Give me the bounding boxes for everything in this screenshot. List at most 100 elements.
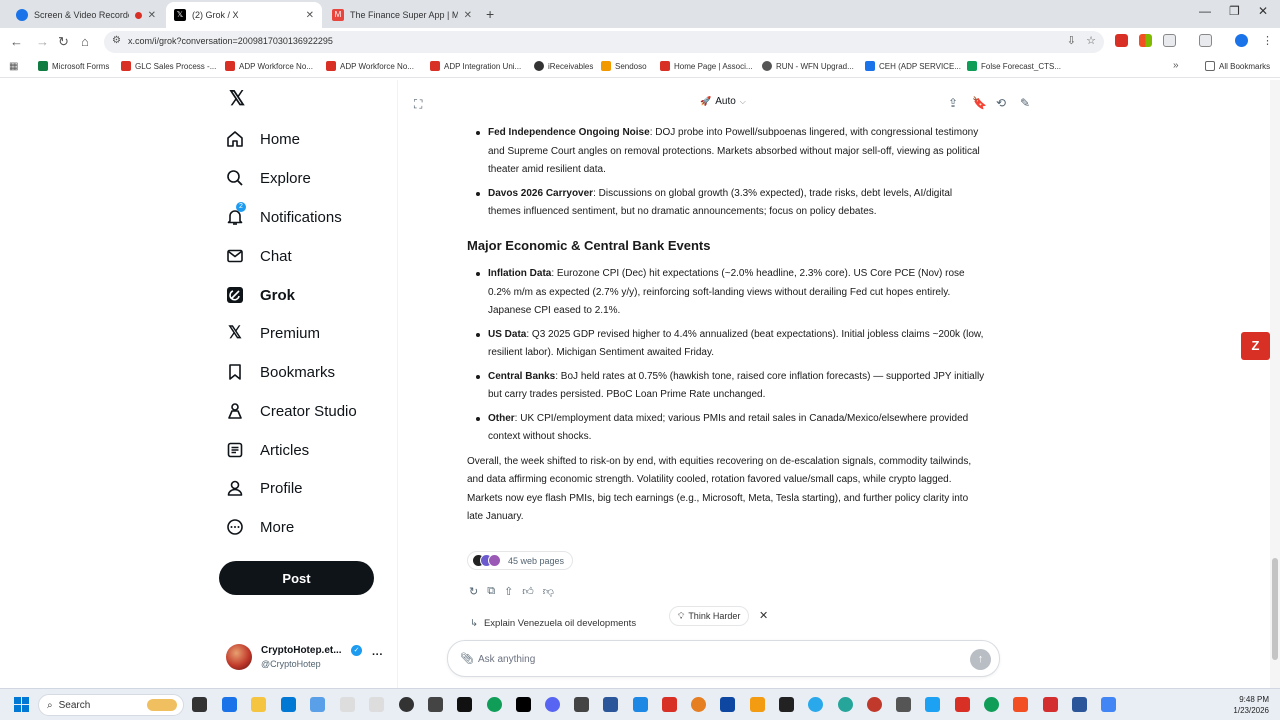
app-icon[interactable]	[574, 697, 589, 712]
close-icon[interactable]: ✕	[759, 609, 768, 622]
browser-menu-icon[interactable]: ⋮	[1262, 34, 1273, 47]
browser-tab-m1[interactable]: M The Finance Super App | M1 Finance ✕	[324, 2, 480, 28]
bookmark-item[interactable]: RUN - WFN Upgrad...	[762, 61, 854, 71]
bookmark-item[interactable]: iReceivables	[534, 61, 593, 71]
app-icon[interactable]	[545, 697, 560, 712]
app-icon[interactable]	[867, 697, 882, 712]
telegram-icon[interactable]	[808, 697, 823, 712]
app-icon[interactable]	[340, 697, 355, 712]
extension-icon[interactable]	[1139, 34, 1152, 47]
home-page-icon[interactable]: ⌂	[81, 34, 89, 49]
x-logo-icon[interactable]: 𝕏	[226, 88, 248, 110]
address-bar[interactable]: ⚙ x.com/i/grok?conversation=200981703013…	[104, 31, 1104, 53]
bookmark-item[interactable]: GLC Sales Process -...	[121, 61, 216, 71]
minimize-icon[interactable]: —	[1199, 4, 1211, 18]
taskbar-search[interactable]: ⌕ Search	[38, 694, 184, 716]
x-app-icon[interactable]	[516, 697, 531, 712]
close-tab-icon[interactable]: ✕	[306, 10, 314, 21]
app-icon[interactable]	[399, 697, 414, 712]
bookmark-item[interactable]: ADP Workforce No...	[326, 61, 414, 71]
nav-item-bookmarks[interactable]: Bookmarks	[226, 361, 335, 383]
restore-icon[interactable]: ❐	[1229, 4, 1240, 18]
app-icon[interactable]	[955, 697, 970, 712]
app-icon[interactable]	[662, 697, 677, 712]
close-tab-icon[interactable]: ✕	[464, 10, 472, 21]
windows-start-icon[interactable]	[14, 697, 29, 712]
app-icon[interactable]	[896, 697, 911, 712]
nav-item-notifications[interactable]: 2 Notifications	[226, 202, 342, 228]
nav-item-articles[interactable]: Articles	[226, 439, 309, 461]
site-info-icon[interactable]: ⚙	[112, 35, 121, 46]
thumbs-down-icon[interactable]: 👎︎	[543, 585, 554, 598]
nav-item-chat[interactable]: Chat	[226, 245, 292, 267]
nav-item-premium[interactable]: 𝕏 Premium	[226, 322, 320, 344]
share-icon[interactable]: ⇪	[948, 96, 958, 110]
nav-item-home[interactable]: Home	[226, 128, 300, 150]
app-icon[interactable]	[369, 697, 384, 712]
app-icon[interactable]	[750, 697, 765, 712]
app-icon[interactable]	[691, 697, 706, 712]
extensions-puzzle-icon[interactable]	[1163, 34, 1176, 47]
close-tab-icon[interactable]: ✕	[148, 10, 156, 21]
extension-icon[interactable]	[1115, 34, 1128, 47]
nav-item-creator-studio[interactable]: Creator Studio	[226, 400, 357, 422]
bookmark-item[interactable]: Home Page | Associ...	[660, 61, 753, 71]
nav-item-grok[interactable]: Grok	[226, 284, 295, 306]
web-sources-button[interactable]: 45 web pages	[467, 551, 574, 570]
task-view-icon[interactable]	[192, 697, 207, 712]
system-clock[interactable]: 9:48 PM 1/23/2026	[1221, 694, 1269, 716]
app-icon[interactable]	[1013, 697, 1028, 712]
forward-icon[interactable]: →	[36, 34, 49, 49]
apps-grid-icon[interactable]: ▦	[9, 61, 18, 72]
all-bookmarks-button[interactable]: All Bookmarks	[1205, 61, 1270, 71]
expand-icon[interactable]: ⛶	[414, 97, 422, 112]
app-icon[interactable]	[222, 697, 237, 712]
bookmark-item[interactable]: Microsoft Forms	[38, 61, 109, 71]
copy-icon[interactable]: ⧉	[487, 585, 495, 598]
new-chat-icon[interactable]: ✎	[1020, 96, 1030, 110]
chrome-icon[interactable]	[984, 697, 999, 712]
app-icon[interactable]	[1101, 697, 1116, 712]
send-icon[interactable]: ↑	[970, 649, 991, 670]
more-dots-icon[interactable]: ···	[372, 649, 383, 661]
floating-extension-icon[interactable]: Z	[1241, 332, 1270, 360]
history-icon[interactable]: ⟲	[996, 96, 1006, 110]
suggested-prompt[interactable]: ↳ Explain Venezuela oil developments	[470, 618, 636, 629]
star-icon[interactable]: ☆	[1086, 34, 1096, 47]
bookmark-item[interactable]: ADP Workforce No...	[225, 61, 313, 71]
app-icon[interactable]	[925, 697, 940, 712]
nav-item-explore[interactable]: Explore	[226, 167, 311, 189]
share-icon[interactable]: ⇧	[504, 585, 513, 598]
bookmark-item[interactable]: Sendoso	[601, 61, 647, 71]
notion-icon[interactable]	[457, 697, 472, 712]
app-icon[interactable]	[428, 697, 443, 712]
close-window-icon[interactable]: ✕	[1258, 4, 1268, 18]
bookmarks-overflow-icon[interactable]: »	[1173, 60, 1179, 71]
attach-icon[interactable]: 📎︎	[460, 652, 474, 665]
terminal-icon[interactable]	[779, 697, 794, 712]
ask-input[interactable]	[478, 650, 958, 668]
chrome-icon[interactable]	[487, 697, 502, 712]
bookmark-item[interactable]: CEH (ADP SERVICE...	[865, 61, 961, 71]
browser-tab-recorder[interactable]: Screen & Video Recorder | Screencastify …	[8, 2, 164, 28]
profile-icon[interactable]	[1235, 34, 1248, 47]
app-icon[interactable]	[281, 697, 296, 712]
model-mode-selector[interactable]: 🚀 Auto ⌵	[700, 96, 746, 107]
acrobat-icon[interactable]	[1043, 697, 1058, 712]
nav-item-more[interactable]: More	[226, 516, 294, 538]
bookmark-conversation-icon[interactable]: 🔖	[972, 96, 987, 110]
file-explorer-icon[interactable]	[251, 697, 266, 712]
bookmark-item[interactable]: Folse Forecast_CTS...	[967, 61, 1061, 71]
scrollbar-thumb[interactable]	[1272, 558, 1278, 660]
think-harder-button[interactable]: 💡︎ Think Harder	[669, 606, 750, 626]
side-panel-icon[interactable]	[1199, 34, 1212, 47]
nav-item-profile[interactable]: Profile	[226, 477, 303, 499]
regenerate-icon[interactable]: ↻	[469, 585, 478, 598]
app-icon[interactable]	[838, 697, 853, 712]
bookmark-item[interactable]: ADP Integration Uni...	[430, 61, 521, 71]
app-icon[interactable]	[720, 697, 735, 712]
browser-tab-grok[interactable]: 𝕏 (2) Grok / X ✕	[166, 2, 322, 28]
app-icon[interactable]	[310, 697, 325, 712]
app-icon[interactable]	[633, 697, 648, 712]
thumbs-up-icon[interactable]: 👍︎	[522, 585, 534, 598]
